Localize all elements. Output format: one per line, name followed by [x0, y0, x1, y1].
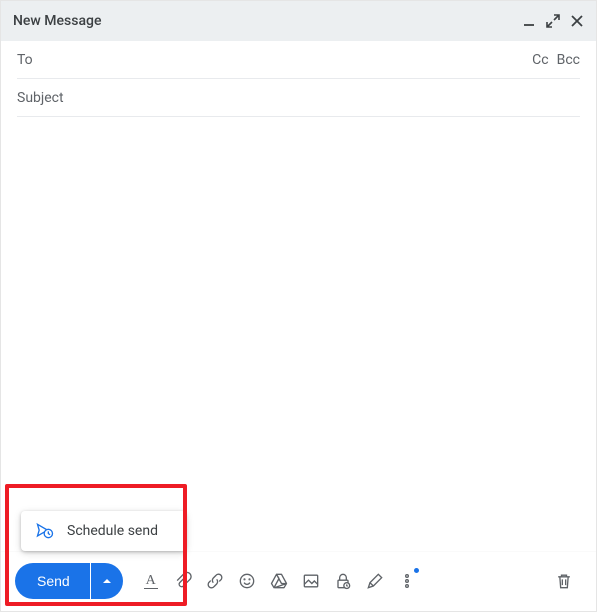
fields-section: To Cc Bcc Subject: [1, 41, 596, 117]
insert-emoji-button[interactable]: [233, 567, 261, 595]
discard-draft-button[interactable]: [550, 567, 578, 595]
window-controls: [522, 14, 584, 28]
link-icon: [205, 571, 225, 591]
schedule-send-icon: [35, 521, 55, 541]
send-button-group: Send: [15, 563, 123, 599]
compose-footer: Send A: [1, 551, 596, 611]
cc-button[interactable]: Cc: [532, 52, 548, 68]
bcc-button[interactable]: Bcc: [557, 52, 580, 68]
drive-icon: [269, 571, 289, 591]
schedule-send-menu-item[interactable]: Schedule send: [21, 511, 186, 551]
image-icon: [301, 571, 321, 591]
minimize-icon[interactable]: [522, 14, 536, 28]
more-options-button[interactable]: [393, 567, 421, 595]
compose-header: New Message: [1, 1, 596, 41]
message-body[interactable]: [1, 117, 596, 551]
indicator-dot: [414, 568, 419, 573]
trash-icon: [554, 571, 574, 591]
confidential-mode-button[interactable]: [329, 567, 357, 595]
attach-file-button[interactable]: [169, 567, 197, 595]
paperclip-icon: [173, 571, 193, 591]
cc-bcc-group: Cc Bcc: [532, 52, 580, 68]
formatting-options-button[interactable]: A: [137, 567, 165, 595]
subject-field-row[interactable]: Subject: [17, 79, 580, 117]
compose-title: New Message: [13, 13, 522, 29]
to-field-row[interactable]: To Cc Bcc: [17, 41, 580, 79]
fullscreen-icon[interactable]: [546, 14, 560, 28]
emoji-icon: [237, 571, 257, 591]
formatting-toolbar: A: [137, 567, 421, 595]
insert-photo-button[interactable]: [297, 567, 325, 595]
compose-window: New Message To Cc Bcc: [0, 0, 597, 612]
schedule-send-label: Schedule send: [67, 523, 158, 539]
insert-link-button[interactable]: [201, 567, 229, 595]
chevron-up-icon: [102, 576, 112, 586]
insert-drive-button[interactable]: [265, 567, 293, 595]
send-options-button[interactable]: [91, 563, 123, 599]
lock-clock-icon: [333, 571, 353, 591]
pen-icon: [365, 571, 385, 591]
more-vert-icon: [397, 571, 417, 591]
subject-label: Subject: [17, 90, 64, 106]
close-icon[interactable]: [570, 14, 584, 28]
insert-signature-button[interactable]: [361, 567, 389, 595]
to-label: To: [17, 52, 33, 68]
text-format-icon: A: [144, 574, 158, 589]
send-button[interactable]: Send: [15, 563, 90, 599]
